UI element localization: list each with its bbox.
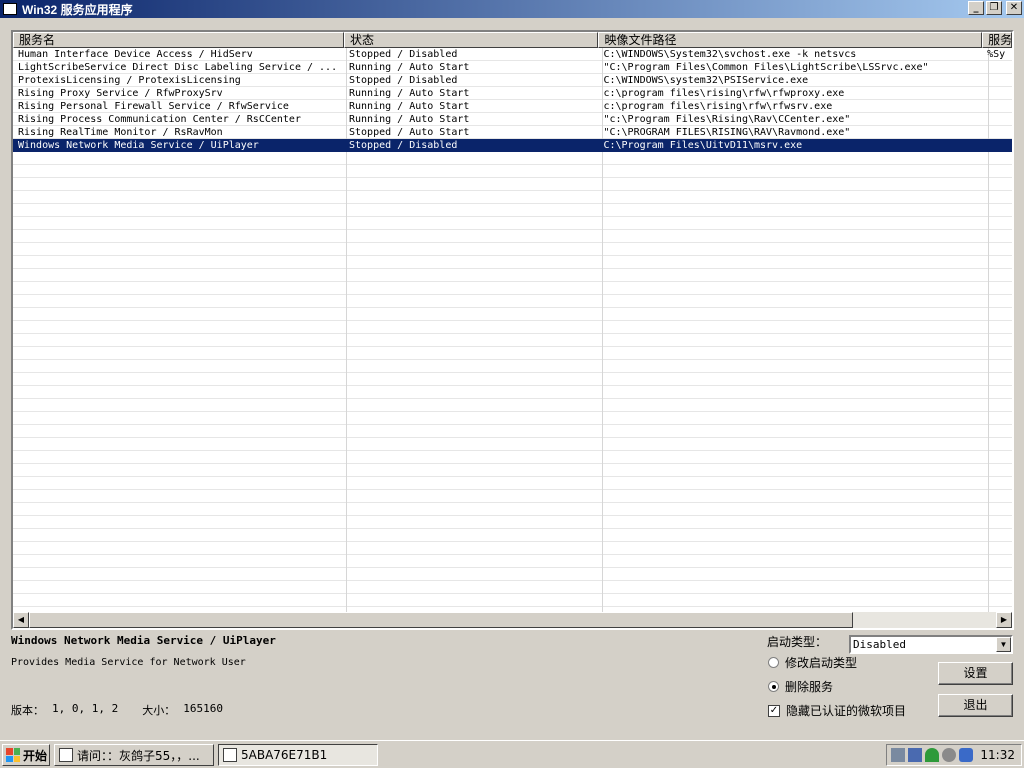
- start-type-dropdown[interactable]: Disabled ▼: [849, 635, 1013, 654]
- table-row[interactable]: Rising RealTime Monitor / RsRavMon Stopp…: [13, 126, 1012, 139]
- hide-microsoft-label: 隐藏已认证的微软项目: [786, 704, 907, 718]
- column-header-service-name[interactable]: 服务名: [13, 32, 344, 48]
- windows-logo-icon: [6, 748, 20, 762]
- cell-status: Running / Auto Start: [349, 101, 470, 112]
- scroll-left-icon[interactable]: ◀: [13, 612, 29, 628]
- app-window-icon: [223, 748, 237, 762]
- cell-image-path: C:\WINDOWS\System32\svchost.exe -k netsv…: [603, 49, 857, 60]
- taskbar-item-label: 请问：：灰鸽子55，，...: [77, 748, 200, 763]
- cell-image-path: c:\program files\rising\rfw\rfwproxy.exe: [603, 88, 845, 99]
- window-controls: _ ❐ ✕: [968, 1, 1022, 15]
- table-row[interactable]: Rising Personal Firewall Service / RfwSe…: [13, 100, 1012, 113]
- cell-status: Stopped / Disabled: [349, 75, 458, 86]
- checkmark-icon[interactable]: ✓: [768, 704, 780, 717]
- cell-image-path: C:\Program Files\UitvD11\msrv.exe: [603, 140, 803, 151]
- taskbar-item-browser[interactable]: 请问：：灰鸽子55，，...: [54, 744, 214, 766]
- window-title: Win32 服务应用程序: [22, 2, 133, 17]
- table-row[interactable]: Rising Process Communication Center / Rs…: [13, 113, 1012, 126]
- cell-image-path: "c:\Program Files\Rising\Rav\CCenter.exe…: [603, 114, 851, 125]
- close-icon[interactable]: ✕: [1006, 1, 1022, 15]
- table-row[interactable]: LightScribeService Direct Disc Labeling …: [13, 61, 1012, 74]
- cell-service: [982, 74, 1012, 87]
- cell-service-name: Rising RealTime Monitor / RsRavMon: [18, 127, 223, 138]
- version-label: 版本：: [11, 704, 44, 717]
- radio-button-checked[interactable]: [768, 681, 779, 692]
- cell-service: [982, 139, 1012, 152]
- clock: 11:32: [980, 748, 1015, 762]
- cell-status: Stopped / Disabled: [349, 140, 458, 151]
- cell-service: [982, 100, 1012, 113]
- table-row[interactable]: Rising Proxy Service / RfwProxySrv Runni…: [13, 87, 1012, 100]
- cell-service-name: ProtexisLicensing / ProtexisLicensing: [18, 75, 241, 86]
- service-description: Provides Media Service for Network User: [11, 657, 246, 668]
- version-info: 版本： 1, 0, 1, 2 大小： 165160: [11, 702, 223, 718]
- radio-button[interactable]: [768, 657, 779, 668]
- start-type-label: 启动类型：: [767, 635, 828, 649]
- radio-delete-label: 删除服务: [785, 680, 834, 694]
- cell-service: [982, 87, 1012, 100]
- scroll-right-icon[interactable]: ▶: [996, 612, 1012, 628]
- radio-modify-label: 修改启动类型: [785, 656, 858, 670]
- horizontal-scrollbar[interactable]: ◀ ▶: [13, 612, 1012, 628]
- size-value: 165160: [183, 702, 223, 715]
- taskbar: 开始 请问：：灰鸽子55，，... 5ABA76E71B1 11:32: [0, 740, 1024, 768]
- column-header-service[interactable]: 服务: [982, 32, 1012, 48]
- taskbar-item-service-app[interactable]: 5ABA76E71B1: [218, 744, 378, 766]
- cell-service-name: Rising Process Communication Center / Rs…: [18, 114, 301, 125]
- cell-image-path: "C:\PROGRAM FILES\RISING\RAV\Ravmond.exe…: [603, 127, 851, 138]
- size-label: 大小：: [142, 704, 176, 717]
- cell-service-name: Human Interface Device Access / HidServ: [18, 49, 253, 60]
- network-icon[interactable]: [891, 748, 905, 762]
- app-window-icon: [3, 3, 17, 15]
- cell-status: Running / Auto Start: [349, 88, 470, 99]
- cell-status: Running / Auto Start: [349, 62, 470, 73]
- umbrella-icon[interactable]: [925, 748, 939, 762]
- restore-icon[interactable]: ❐: [986, 1, 1002, 15]
- cell-service-name: LightScribeService Direct Disc Labeling …: [18, 62, 338, 73]
- table-row-selected[interactable]: Windows Network Media Service / UiPlayer…: [13, 139, 1012, 152]
- table-row[interactable]: ProtexisLicensing / ProtexisLicensing St…: [13, 74, 1012, 87]
- shield-icon[interactable]: [959, 748, 973, 762]
- list-header: 服务名 状态 映像文件路径 服务: [13, 32, 1012, 48]
- cell-image-path: "C:\Program Files\Common Files\LightScri…: [603, 62, 929, 73]
- exit-button[interactable]: 退出: [938, 694, 1013, 717]
- version-value: 1, 0, 1, 2: [52, 702, 119, 715]
- selected-service-title: Windows Network Media Service / UiPlayer: [11, 634, 276, 647]
- cell-image-path: c:\program files\rising\rfw\rfwsrv.exe: [603, 101, 833, 112]
- start-label: 开始: [23, 748, 48, 763]
- cell-service: [982, 61, 1012, 74]
- column-header-status[interactable]: 状态: [344, 32, 599, 48]
- cell-service: [982, 113, 1012, 126]
- start-type-value: Disabled: [853, 638, 906, 651]
- scrollbar-thumb[interactable]: [29, 612, 853, 628]
- settings-button[interactable]: 设置: [938, 662, 1013, 685]
- cell-image-path: C:\WINDOWS\system32\PSIService.exe: [603, 75, 809, 86]
- cell-service-name: Windows Network Media Service / UiPlayer: [18, 140, 259, 151]
- monitor-icon[interactable]: [908, 748, 922, 762]
- minimize-icon[interactable]: _: [968, 1, 984, 15]
- volume-icon[interactable]: [942, 748, 956, 762]
- taskbar-item-label: 5ABA76E71B1: [241, 748, 328, 762]
- hide-microsoft-checkbox[interactable]: ✓ 隐藏已认证的微软项目: [768, 702, 906, 719]
- start-button[interactable]: 开始: [2, 744, 50, 766]
- system-tray: 11:32: [886, 744, 1022, 766]
- radio-modify-start-type[interactable]: 修改启动类型: [768, 654, 857, 671]
- title-bar[interactable]: Win32 服务应用程序 _ ❐ ✕: [0, 0, 1024, 18]
- service-list[interactable]: 服务名 状态 映像文件路径 服务 Human Interface Device …: [11, 30, 1014, 630]
- cell-status: Running / Auto Start: [349, 114, 470, 125]
- chevron-down-icon[interactable]: ▼: [996, 637, 1011, 652]
- table-row[interactable]: Human Interface Device Access / HidServ …: [13, 48, 1012, 61]
- list-rows: Human Interface Device Access / HidServ …: [13, 48, 1012, 152]
- cell-status: Stopped / Auto Start: [349, 127, 470, 138]
- cell-service: [982, 126, 1012, 139]
- browser-icon: [59, 748, 73, 762]
- column-header-image-path[interactable]: 映像文件路径: [598, 32, 983, 48]
- radio-delete-service[interactable]: 删除服务: [768, 678, 833, 695]
- cell-service-name: Rising Proxy Service / RfwProxySrv: [18, 88, 223, 99]
- cell-service: %Sy: [987, 49, 1006, 60]
- cell-service-name: Rising Personal Firewall Service / RfwSe…: [18, 101, 289, 112]
- cell-status: Stopped / Disabled: [349, 49, 458, 60]
